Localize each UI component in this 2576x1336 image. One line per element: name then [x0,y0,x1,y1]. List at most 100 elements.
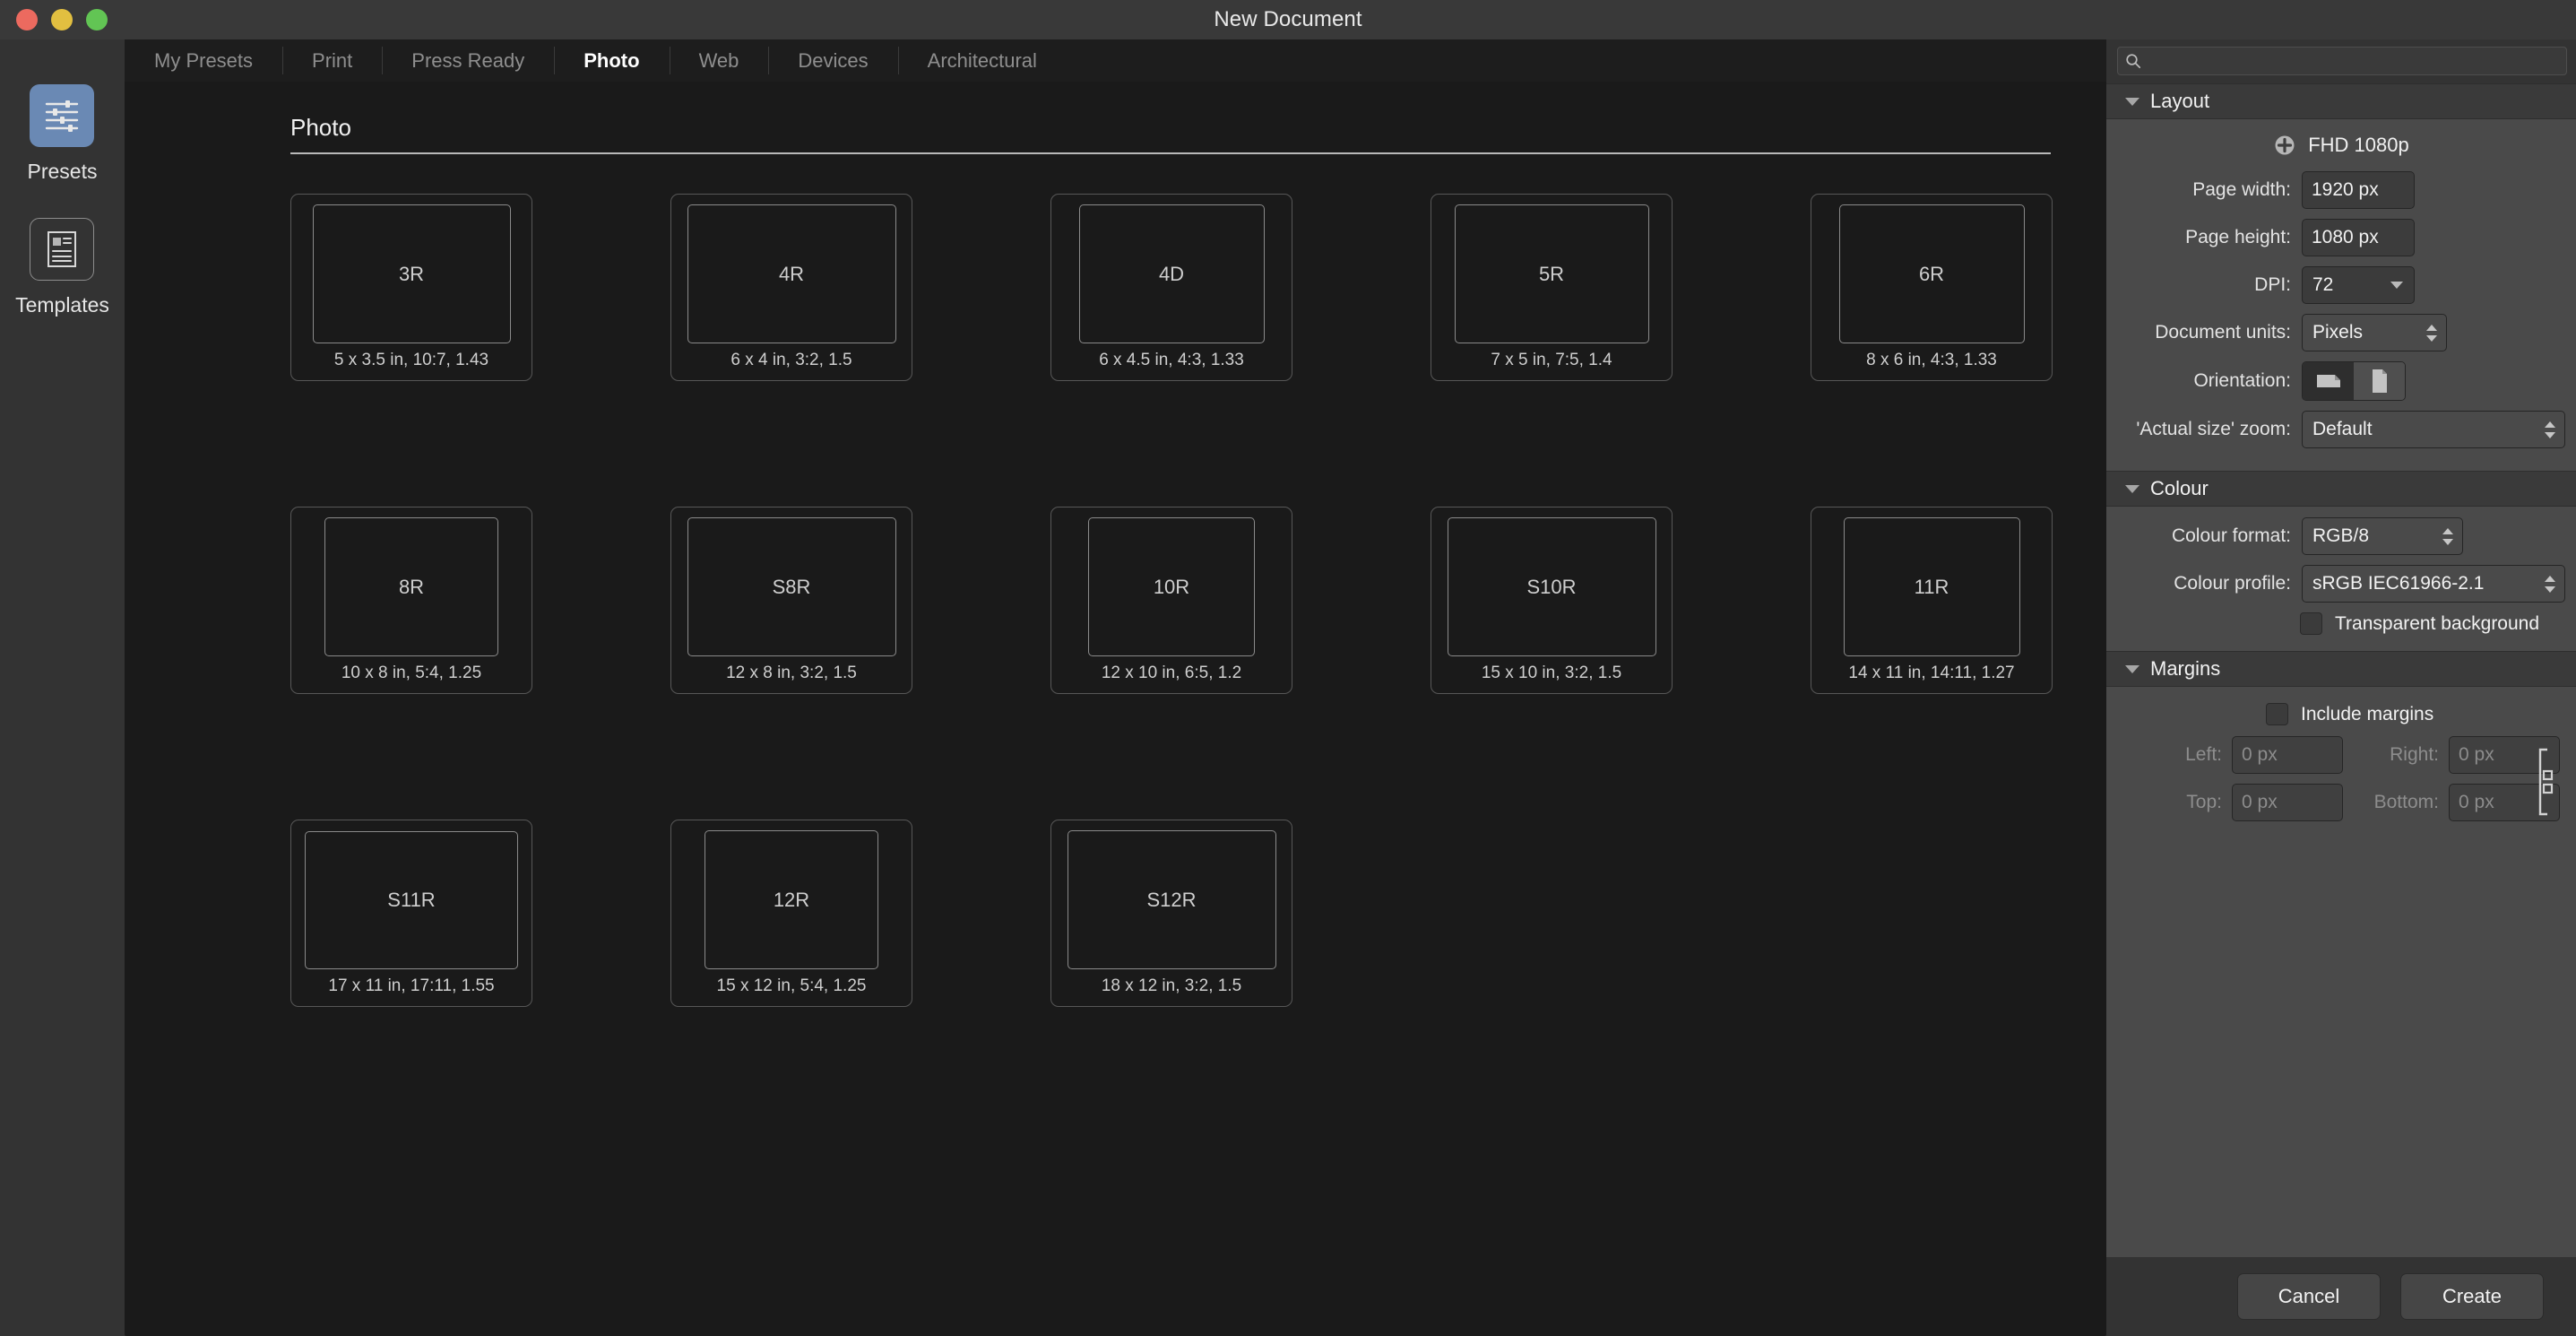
margin-top-input[interactable]: 0 px [2232,784,2343,821]
actual-size-zoom-select[interactable]: Default [2302,411,2565,448]
colour-group-header[interactable]: Colour [2106,471,2576,507]
margins-group-header[interactable]: Margins [2106,651,2576,687]
page-width-label: Page width: [2192,179,2291,200]
orientation-portrait-button[interactable] [2354,362,2405,400]
tab-devices[interactable]: Devices [768,39,897,82]
actual-size-zoom-label: 'Actual size' zoom: [2136,419,2291,439]
category-tabs: My Presets Print Press Ready Photo Web D… [125,39,2106,82]
sidebar-item-presets[interactable]: Presets [28,84,97,184]
plus-circle-icon[interactable] [2273,134,2296,157]
margin-left-label: Left: [2185,744,2222,765]
sliders-icon [30,84,95,147]
preset-caption: 17 x 11 in, 17:11, 1.55 [328,976,495,995]
document-units-label: Document units: [2155,322,2291,343]
dpi-row: DPI: 72 [2106,266,2576,304]
window-title: New Document [1214,7,1362,31]
search-input[interactable] [2147,51,2559,71]
actual-size-zoom-row: 'Actual size' zoom: Default [2106,411,2576,448]
preset-name: S12R [1146,888,1197,911]
document-units-value: Pixels [2312,322,2364,343]
preset-name: 4D [1158,262,1185,285]
preset-caption: 15 x 10 in, 3:2, 1.5 [1481,664,1622,682]
dpi-dropdown[interactable]: 72 [2302,266,2415,304]
preset-caption: 12 x 10 in, 6:5, 1.2 [1101,664,1242,682]
preset-card[interactable]: 11R 14 x 11 in, 14:11, 1.27 [1811,507,2053,694]
traffic-lights [16,9,108,30]
inspector-scroll[interactable]: Layout FHD 1080p Page width: 1920 px Pag… [2106,83,2576,1257]
preset-caption: 7 x 5 in, 7:5, 1.4 [1491,351,1612,369]
tab-web[interactable]: Web [669,39,769,82]
colour-format-row: Colour format: RGB/8 [2106,517,2576,555]
dpi-label: DPI: [2254,274,2291,295]
document-units-row: Document units: Pixels [2106,314,2576,351]
preset-grid: 3R 5 x 3.5 in, 10:7, 1.43 4R 6 x 4 in, 3:2,… [290,194,2106,1132]
layout-group-title: Layout [2150,90,2210,112]
tab-architectural[interactable]: Architectural [897,39,1067,82]
document-units-select[interactable]: Pixels [2302,314,2447,351]
tab-photo[interactable]: Photo [554,39,669,82]
preset-card[interactable]: 3R 5 x 3.5 in, 10:7, 1.43 [290,194,532,381]
current-preset-row: FHD 1080p [2106,134,2576,157]
preset-card[interactable]: 5R 7 x 5 in, 7:5, 1.4 [1431,194,1673,381]
preset-card[interactable]: 8R 10 x 8 in, 5:4, 1.25 [290,507,532,694]
preset-thumbnail: S11R [305,831,518,969]
colour-group-body: Colour format: RGB/8 Colour profile: sRG… [2106,507,2576,651]
preset-name: S8R [772,575,811,598]
preset-thumbnail: S8R [687,517,896,656]
preset-name: 6R [1918,262,1945,285]
orientation-landscape-button[interactable] [2303,362,2354,400]
margins-group-body: Include margins Left: 0 px Right: 0 px T… [2106,687,2576,844]
tab-print[interactable]: Print [282,39,382,82]
search-bar [2106,39,2576,83]
preset-name: 3R [398,262,425,285]
transparent-background-checkbox[interactable] [2300,612,2322,635]
preset-thumbnail: 4R [687,204,896,343]
zoom-button[interactable] [86,9,108,30]
preset-card[interactable]: 10R 12 x 10 in, 6:5, 1.2 [1050,507,1292,694]
tab-press-ready[interactable]: Press Ready [382,39,554,82]
portrait-page-icon [2372,369,2387,393]
close-button[interactable] [16,9,38,30]
margin-left-input[interactable]: 0 px [2232,736,2343,774]
search-box[interactable] [2117,47,2567,75]
new-document-dialog: New Document Presets Templates My Preset… [0,0,2576,1336]
preset-card[interactable]: S12R 18 x 12 in, 3:2, 1.5 [1050,820,1292,1007]
preset-card[interactable]: S10R 15 x 10 in, 3:2, 1.5 [1431,507,1673,694]
colour-format-select[interactable]: RGB/8 [2302,517,2463,555]
preset-thumbnail: 11R [1843,517,2020,656]
transparent-background-label: Transparent background [2335,612,2540,634]
preset-caption: 6 x 4 in, 3:2, 1.5 [730,351,852,369]
preset-card[interactable]: 6R 8 x 6 in, 4:3, 1.33 [1811,194,2053,381]
preset-thumbnail: 8R [324,517,498,656]
preset-caption: 5 x 3.5 in, 10:7, 1.43 [333,351,489,369]
preset-card[interactable]: S8R 12 x 8 in, 3:2, 1.5 [670,507,912,694]
link-chain-icon[interactable] [2537,747,2556,817]
sidebar-item-templates[interactable]: Templates [15,218,109,317]
preset-card[interactable]: 4R 6 x 4 in, 3:2, 1.5 [670,194,912,381]
cancel-button[interactable]: Cancel [2237,1273,2381,1320]
transparent-background-row[interactable]: Transparent background [2300,612,2576,635]
include-margins-row[interactable]: Include margins [2266,703,2576,725]
orientation-toggle [2302,361,2406,401]
current-preset-name: FHD 1080p [2308,134,2409,156]
create-button[interactable]: Create [2400,1273,2544,1320]
preset-card[interactable]: 12R 15 x 12 in, 5:4, 1.25 [670,820,912,1007]
colour-format-label: Colour format: [2171,525,2291,546]
preset-card[interactable]: 4D 6 x 4.5 in, 4:3, 1.33 [1050,194,1292,381]
page-width-input[interactable]: 1920 px [2302,171,2415,209]
presets-content: Photo 3R 5 x 3.5 in, 10:7, 1.43 4R 6 x 4 in… [125,82,2106,1336]
colour-format-value: RGB/8 [2312,525,2370,546]
preset-name: 10R [1153,575,1190,598]
title-bar: New Document [0,0,2576,39]
include-margins-checkbox[interactable] [2266,703,2288,725]
margin-top-label: Top: [2186,792,2222,812]
colour-profile-value: sRGB IEC61966-2.1 [2312,573,2485,594]
page-height-input[interactable]: 1080 px [2302,219,2415,256]
colour-profile-select[interactable]: sRGB IEC61966-2.1 [2302,565,2565,603]
tab-my-presets[interactable]: My Presets [125,39,282,82]
layout-group-header[interactable]: Layout [2106,83,2576,119]
include-margins-label: Include margins [2301,703,2434,724]
landscape-page-icon [2316,375,2340,387]
preset-card[interactable]: S11R 17 x 11 in, 17:11, 1.55 [290,820,532,1007]
minimize-button[interactable] [51,9,73,30]
